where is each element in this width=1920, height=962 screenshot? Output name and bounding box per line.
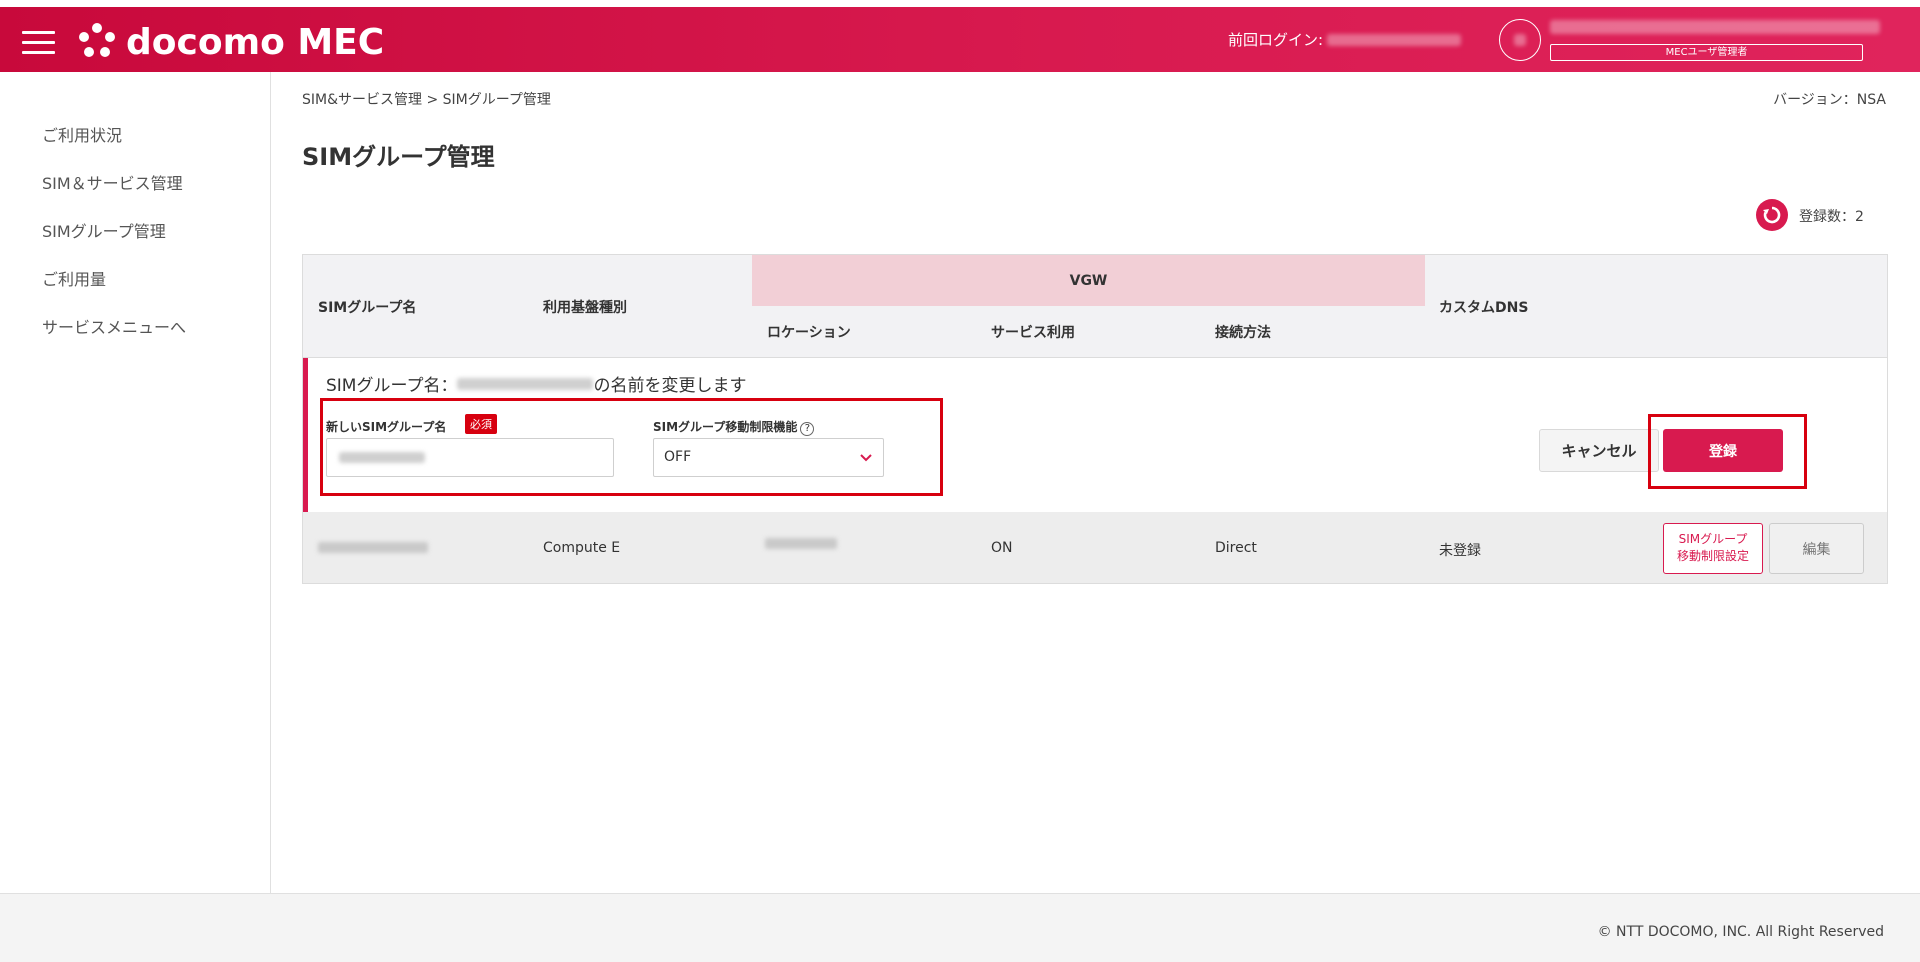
sidebar: ご利用状況 SIM＆サービス管理 SIMグループ管理 ご利用量 サービスメニュー… bbox=[0, 72, 271, 893]
chevron-down-icon bbox=[860, 454, 872, 462]
cell-custom-dns: 未登録 bbox=[1439, 543, 1481, 559]
role-badge: MECユーザ管理者 bbox=[1550, 44, 1863, 61]
sidebar-item-usage-amount[interactable]: ご利用量 bbox=[42, 266, 106, 290]
page-title: SIMグループ管理 bbox=[302, 143, 495, 171]
cell-platform-type: Compute E bbox=[543, 540, 621, 556]
hamburger-menu-icon[interactable] bbox=[22, 31, 55, 55]
header-platform-type: 利用基盤種別 bbox=[543, 300, 627, 316]
restriction-label: SIMグループ移動制限機能? bbox=[653, 418, 815, 436]
sim-group-move-restriction-button[interactable]: SIMグループ 移動制限設定 bbox=[1663, 523, 1763, 574]
rename-form-row: SIMグループ名： の名前を変更します 新しいSIMグループ名 必須 SIMグル… bbox=[303, 358, 1887, 512]
copyright: © NTT DOCOMO, INC. All Right Reserved bbox=[1597, 924, 1884, 940]
required-badge: 必須 bbox=[465, 414, 497, 434]
rename-form-title: SIMグループ名： の名前を変更します bbox=[326, 376, 747, 396]
last-login-value-redacted bbox=[1327, 33, 1462, 46]
last-login: 前回ログイン: bbox=[1228, 29, 1462, 50]
location-redacted bbox=[765, 538, 837, 549]
sidebar-item-usage-status[interactable]: ご利用状況 bbox=[42, 122, 122, 146]
sim-group-name-redacted bbox=[318, 542, 428, 553]
header-connection-method: 接続方法 bbox=[1215, 325, 1271, 341]
refresh-button[interactable] bbox=[1756, 199, 1788, 231]
cancel-button[interactable]: キャンセル bbox=[1539, 429, 1659, 472]
refresh-icon bbox=[1763, 206, 1781, 224]
docomo-flower-icon bbox=[78, 23, 116, 61]
logo-text: docomo MEC bbox=[126, 21, 385, 63]
restriction-select-value: OFF bbox=[664, 449, 692, 465]
header-location: ロケーション bbox=[767, 325, 851, 341]
header-service-use: サービス利用 bbox=[991, 325, 1075, 341]
header-sim-group-name: SIMグループ名 bbox=[318, 300, 417, 316]
register-button[interactable]: 登録 bbox=[1663, 429, 1783, 472]
edit-button[interactable]: 編集 bbox=[1769, 523, 1864, 574]
docomo-mec-logo[interactable]: docomo MEC bbox=[78, 21, 384, 63]
sidebar-item-sim-service[interactable]: SIM＆サービス管理 bbox=[42, 170, 183, 194]
footer: © NTT DOCOMO, INC. All Right Reserved bbox=[0, 893, 1920, 962]
app-header: docomo MEC 前回ログイン: MECユーザ管理者 bbox=[0, 0, 1920, 72]
vgw-header: VGW bbox=[752, 255, 1425, 306]
restriction-select[interactable]: OFF bbox=[653, 438, 884, 477]
registered-count: 登録数：2 bbox=[1799, 209, 1864, 225]
version-label: バージョン：NSA bbox=[1773, 92, 1886, 108]
sim-group-table: VGW SIMグループ名 利用基盤種別 ロケーション サービス利用 接続方法 カ… bbox=[302, 254, 1888, 584]
breadcrumb[interactable]: SIM&サービス管理 > SIMグループ管理 bbox=[302, 89, 551, 109]
user-email-redacted[interactable] bbox=[1550, 20, 1880, 34]
help-icon[interactable]: ? bbox=[800, 422, 815, 436]
table-header: VGW SIMグループ名 利用基盤種別 ロケーション サービス利用 接続方法 カ… bbox=[303, 255, 1887, 358]
cell-connection-method: Direct bbox=[1215, 540, 1257, 556]
table-row: Compute E ON Direct 未登録 SIMグループ 移動制限設定 編… bbox=[303, 512, 1887, 583]
user-avatar[interactable] bbox=[1499, 19, 1541, 61]
cell-service-use: ON bbox=[991, 540, 1013, 556]
current-group-name-redacted bbox=[457, 377, 594, 390]
sidebar-item-service-menu[interactable]: サービスメニューへ bbox=[42, 314, 186, 338]
last-login-label: 前回ログイン: bbox=[1228, 31, 1324, 49]
sidebar-item-sim-group[interactable]: SIMグループ管理 bbox=[42, 218, 166, 242]
new-sim-group-name-input[interactable] bbox=[326, 438, 614, 477]
header-custom-dns: カスタムDNS bbox=[1439, 300, 1529, 316]
new-name-label: 新しいSIMグループ名 bbox=[326, 420, 447, 434]
